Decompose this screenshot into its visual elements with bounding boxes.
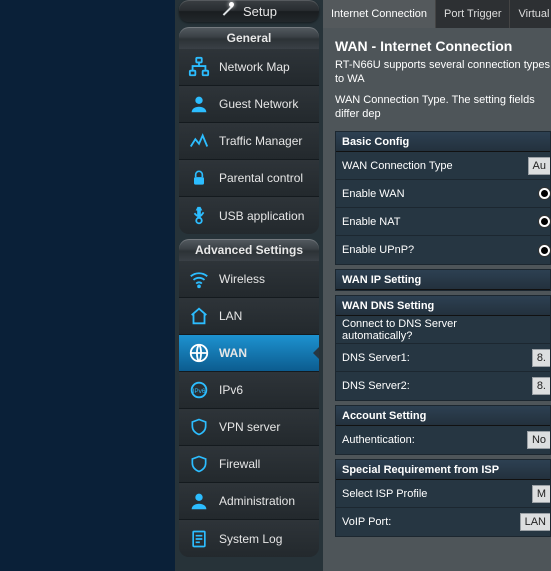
setup-button[interactable]: Setup	[179, 0, 319, 22]
guest-network-icon	[187, 92, 211, 116]
row-label: DNS Server2:	[336, 380, 526, 392]
administration-icon	[187, 489, 211, 513]
page-title: WAN - Internet Connection	[335, 38, 551, 54]
setup-label: Setup	[243, 4, 277, 19]
row-dns1: DNS Server1: 8.	[336, 344, 550, 372]
parental-control-icon	[187, 166, 211, 190]
sidebar-item-network-map[interactable]: Network Map	[179, 49, 319, 86]
row-auth: Authentication: No	[336, 426, 550, 454]
row-dns2: DNS Server2: 8.	[336, 372, 550, 400]
sidebar-item-usb-application[interactable]: USB application	[179, 197, 319, 234]
row-enable-upnp: Enable UPnP?	[336, 236, 550, 264]
sidebar-item-label: VPN server	[219, 420, 280, 434]
section-header: WAN IP Setting	[336, 270, 550, 290]
tab-virtual[interactable]: Virtual	[510, 0, 551, 28]
section-header: Account Setting	[336, 406, 550, 426]
sidebar-item-wireless[interactable]: Wireless	[179, 261, 319, 298]
lan-icon	[187, 304, 211, 328]
wireless-icon	[187, 267, 211, 291]
row-label: Enable WAN	[336, 188, 526, 200]
section-header: WAN DNS Setting	[336, 296, 550, 316]
sidebar-item-label: Wireless	[219, 272, 265, 286]
radio-yes[interactable]	[539, 245, 550, 256]
main-panel: Internet Connection Port Trigger Virtual…	[323, 0, 551, 571]
tab-bar: Internet Connection Port Trigger Virtual	[323, 0, 551, 28]
row-isp-profile: Select ISP Profile M	[336, 480, 550, 508]
ipv6-icon: IPv6	[187, 378, 211, 402]
row-label: WAN Connection Type	[336, 160, 526, 172]
row-wan-connection-type: WAN Connection Type Au	[336, 152, 550, 180]
sidebar-item-label: Parental control	[219, 171, 303, 185]
sidebar-item-administration[interactable]: Administration	[179, 483, 319, 520]
row-label: Authentication:	[336, 434, 526, 446]
sidebar-item-ipv6[interactable]: IPv6 IPv6	[179, 372, 319, 409]
nav-advanced: Wireless LAN WAN	[179, 261, 319, 557]
sidebar-item-label: Administration	[219, 494, 295, 508]
section-isp: Special Requirement from ISP Select ISP …	[335, 459, 551, 537]
sidebar-item-label: Firewall	[219, 457, 260, 471]
vpn-icon	[187, 415, 211, 439]
wan-icon	[187, 341, 211, 365]
row-label: DNS Server1:	[336, 352, 526, 364]
row-voip-port: VoIP Port: LAN	[336, 508, 550, 536]
system-log-icon	[187, 527, 211, 551]
tab-port-trigger[interactable]: Port Trigger	[436, 0, 510, 28]
sidebar-item-vpn-server[interactable]: VPN server	[179, 409, 319, 446]
radio-yes[interactable]	[539, 216, 550, 227]
general-header: General	[179, 27, 319, 49]
section-header: Basic Config	[336, 132, 550, 152]
wan-type-select[interactable]: Au	[528, 157, 550, 175]
section-header: Special Requirement from ISP	[336, 460, 550, 480]
voip-port-select[interactable]: LAN	[520, 513, 550, 531]
sidebar-item-system-log[interactable]: System Log	[179, 520, 319, 557]
section-wan-ip: WAN IP Setting	[335, 269, 551, 291]
section-wan-dns: WAN DNS Setting Connect to DNS Server au…	[335, 295, 551, 401]
dns1-input[interactable]: 8.	[532, 349, 550, 367]
sidebar-item-label: Network Map	[219, 60, 290, 74]
row-dns-auto: Connect to DNS Server automatically?	[336, 316, 550, 344]
sidebar-item-label: USB application	[219, 209, 304, 223]
dns2-input[interactable]: 8.	[532, 377, 550, 395]
isp-profile-select[interactable]: M	[532, 485, 550, 503]
sidebar-item-traffic-manager[interactable]: Traffic Manager	[179, 123, 319, 160]
wand-icon	[221, 4, 235, 18]
tab-internet-connection[interactable]: Internet Connection	[323, 0, 436, 28]
sidebar-item-lan[interactable]: LAN	[179, 298, 319, 335]
row-label: Enable NAT	[336, 216, 526, 228]
left-margin	[0, 0, 175, 571]
sidebar-item-label: Traffic Manager	[219, 134, 302, 148]
sidebar-item-label: LAN	[219, 309, 242, 323]
sidebar-item-parental-control[interactable]: Parental control	[179, 160, 319, 197]
network-map-icon	[187, 55, 211, 79]
sidebar-item-label: Guest Network	[219, 97, 298, 111]
row-label: VoIP Port:	[336, 516, 520, 528]
sidebar-item-firewall[interactable]: Firewall	[179, 446, 319, 483]
firewall-icon	[187, 452, 211, 476]
sidebar: Setup General Network Map	[175, 0, 323, 571]
row-enable-nat: Enable NAT	[336, 208, 550, 236]
sidebar-item-wan[interactable]: WAN	[179, 335, 319, 372]
row-enable-wan: Enable WAN	[336, 180, 550, 208]
svg-text:IPv6: IPv6	[193, 388, 206, 395]
advanced-header: Advanced Settings	[179, 239, 319, 261]
row-label: Connect to DNS Server automatically?	[336, 318, 526, 342]
nav-general: Network Map Guest Network Traffic Manage…	[179, 49, 319, 234]
page-desc-line1: RT-N66U supports several connection type…	[335, 58, 551, 87]
sidebar-item-label: IPv6	[219, 383, 243, 397]
row-label: Enable UPnP?	[336, 244, 526, 256]
section-basic-config: Basic Config WAN Connection Type Au Enab…	[335, 131, 551, 265]
traffic-manager-icon	[187, 129, 211, 153]
auth-select[interactable]: No	[527, 431, 550, 449]
section-account: Account Setting Authentication: No	[335, 405, 551, 455]
row-label: Select ISP Profile	[336, 488, 526, 500]
sidebar-item-label: System Log	[219, 532, 282, 546]
usb-icon	[187, 204, 211, 228]
page-desc-line2: WAN Connection Type. The setting fields …	[335, 93, 551, 122]
sidebar-item-label: WAN	[219, 346, 247, 360]
sidebar-item-guest-network[interactable]: Guest Network	[179, 86, 319, 123]
radio-yes[interactable]	[539, 188, 550, 199]
